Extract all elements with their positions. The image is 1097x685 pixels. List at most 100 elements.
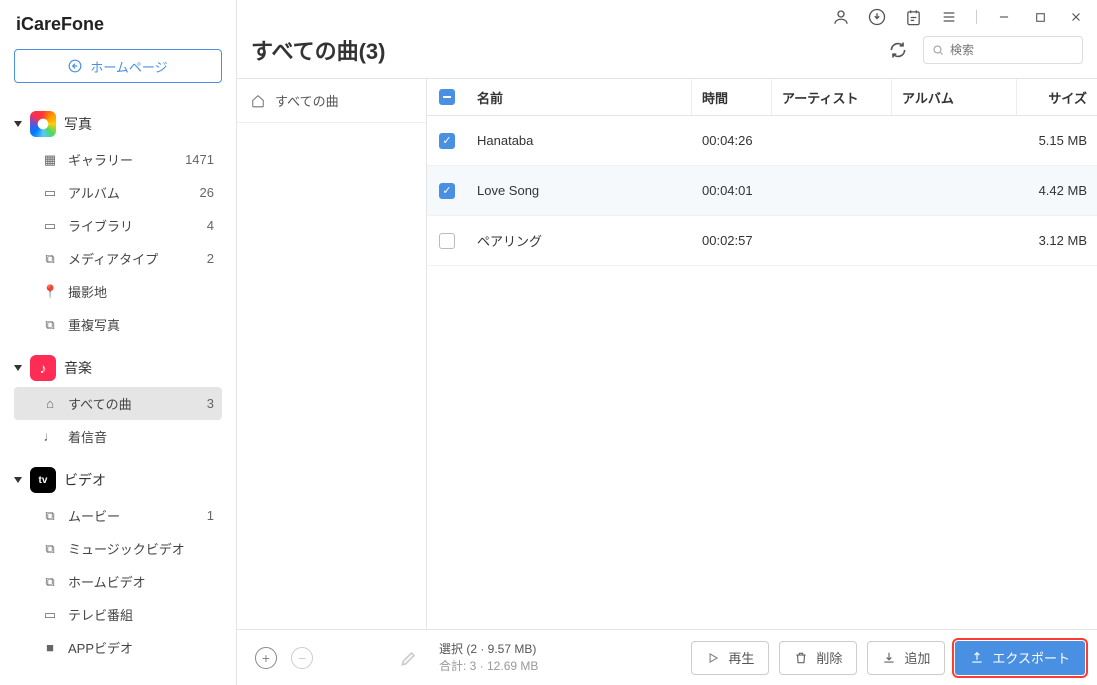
album-icon: ▭ xyxy=(42,185,58,201)
row-checkbox[interactable]: ✓ xyxy=(439,133,455,149)
nav-group-photos: 写真 ▦ ギャラリー 1471 ▭ アルバム 26 ▭ ライブラリ 4 ⧉ メデ… xyxy=(14,105,222,341)
col-header-time[interactable]: 時間 xyxy=(692,79,772,115)
home-button[interactable]: ホームページ xyxy=(14,49,222,83)
sidebar-item-label: 着信音 xyxy=(68,427,204,446)
sidebar-item-label: アルバム xyxy=(68,183,190,202)
nav-group-label: 写真 xyxy=(64,114,92,134)
refresh-button[interactable] xyxy=(885,37,911,63)
remove-circle-button[interactable]: − xyxy=(291,647,313,669)
account-icon[interactable] xyxy=(832,8,850,26)
col-header-size[interactable]: サイズ xyxy=(1017,79,1097,115)
cell-time: 00:04:01 xyxy=(692,166,772,215)
homevideo-icon: ⧉ xyxy=(42,574,58,590)
edit-icon[interactable] xyxy=(399,648,419,668)
menu-icon[interactable] xyxy=(940,8,958,26)
ringtone-icon: ♩ xyxy=(42,429,58,444)
delete-button[interactable]: 削除 xyxy=(779,641,857,675)
sidebar-item-musicvideo[interactable]: ⧉ ミュージックビデオ xyxy=(14,532,222,565)
cell-time: 00:02:57 xyxy=(692,216,772,265)
sidebar-item-gallery[interactable]: ▦ ギャラリー 1471 xyxy=(14,143,222,176)
sidebar-item-allsongs[interactable]: ⌂ すべての曲 3 xyxy=(14,387,222,420)
row-checkbox[interactable]: ✓ xyxy=(439,183,455,199)
sidebar-item-count: 2 xyxy=(207,251,216,266)
col-header-name[interactable]: 名前 xyxy=(467,79,692,115)
nav-group-header-photos[interactable]: 写真 xyxy=(14,105,222,143)
search-input[interactable] xyxy=(950,43,1097,57)
cell-artist xyxy=(772,166,892,215)
page-title: すべての曲(3) xyxy=(251,34,873,66)
cell-album xyxy=(892,166,1017,215)
table-row[interactable]: ✓ Love Song 00:04:01 4.42 MB xyxy=(427,166,1097,216)
status-block: 選択 (2 · 9.57 MB) 合計: 3 · 12.69 MB xyxy=(439,641,538,675)
table-row[interactable]: ペアリング 00:02:57 3.12 MB xyxy=(427,216,1097,266)
cell-artist xyxy=(772,116,892,165)
play-button[interactable]: 再生 xyxy=(691,641,769,675)
category-panel: すべての曲 xyxy=(237,78,427,629)
col-header-artist[interactable]: アーティスト xyxy=(772,79,892,115)
back-arrow-icon xyxy=(68,59,82,73)
sidebar-item-album[interactable]: ▭ アルバム 26 xyxy=(14,176,222,209)
sidebar-item-count: 3 xyxy=(207,396,216,411)
sidebar-item-count: 1 xyxy=(207,508,216,523)
window-titlebar xyxy=(237,0,1097,34)
play-label: 再生 xyxy=(728,648,754,667)
minimize-icon[interactable] xyxy=(995,8,1013,26)
add-label: 追加 xyxy=(904,648,930,667)
sidebar-item-ringtone[interactable]: ♩ 着信音 xyxy=(14,420,222,453)
table-body: ✓ Hanataba 00:04:26 5.15 MB ✓ Love Song … xyxy=(427,116,1097,629)
sidebar-item-label: ホームビデオ xyxy=(68,572,204,591)
header-row: すべての曲(3) xyxy=(237,34,1097,78)
sidebar-item-count: 26 xyxy=(200,185,216,200)
musicvideo-icon: ⧉ xyxy=(42,541,58,557)
play-icon xyxy=(706,651,720,665)
nav-group-label: 音楽 xyxy=(64,358,92,378)
col-header-album[interactable]: アルバム xyxy=(892,79,1017,115)
sidebar-item-count: 4 xyxy=(207,218,216,233)
close-icon[interactable] xyxy=(1067,8,1085,26)
chevron-down-icon xyxy=(14,365,22,371)
cell-name: Hanataba xyxy=(467,116,692,165)
notepad-icon[interactable] xyxy=(904,8,922,26)
footer: + − 選択 (2 · 9.57 MB) 合計: 3 · 12.69 MB 再生… xyxy=(237,629,1097,685)
home-button-label: ホームページ xyxy=(90,57,167,76)
sidebar-item-tvshow[interactable]: ▭ テレビ番組 xyxy=(14,598,222,631)
mediatype-icon: ⧉ xyxy=(42,251,58,267)
nav-group-header-music[interactable]: ♪ 音楽 xyxy=(14,349,222,387)
gallery-icon: ▦ xyxy=(42,152,58,168)
appvideo-icon: ■ xyxy=(42,640,58,655)
duplicate-icon: ⧉ xyxy=(42,317,58,333)
sidebar-item-mediatype[interactable]: ⧉ メディアタイプ 2 xyxy=(14,242,222,275)
export-button[interactable]: エクスポート xyxy=(955,641,1085,675)
checkbox-partial-icon xyxy=(439,89,455,105)
search-box[interactable] xyxy=(923,36,1083,64)
tvshow-icon: ▭ xyxy=(42,607,58,623)
export-icon xyxy=(970,651,984,665)
sidebar-item-appvideo[interactable]: ■ APPビデオ xyxy=(14,631,222,664)
add-button[interactable]: 追加 xyxy=(867,641,945,675)
movie-icon: ⧉ xyxy=(42,508,58,524)
sidebar-item-location[interactable]: 📍 撮影地 xyxy=(14,275,222,308)
photos-icon xyxy=(30,111,56,137)
sidebar-item-homevideo[interactable]: ⧉ ホームビデオ xyxy=(14,565,222,598)
sidebar-item-library[interactable]: ▭ ライブラリ 4 xyxy=(14,209,222,242)
sidebar-item-count: 1471 xyxy=(185,152,216,167)
add-circle-button[interactable]: + xyxy=(255,647,277,669)
category-all-songs[interactable]: すべての曲 xyxy=(237,79,426,123)
search-icon xyxy=(932,44,944,56)
video-icon: tv xyxy=(30,467,56,493)
table-row[interactable]: ✓ Hanataba 00:04:26 5.15 MB xyxy=(427,116,1097,166)
sidebar-item-duplicate[interactable]: ⧉ 重複写真 xyxy=(14,308,222,341)
sidebar-item-label: 重複写真 xyxy=(68,315,204,334)
chevron-down-icon xyxy=(14,121,22,127)
sidebar: iCareFone ホームページ 写真 ▦ ギャラリー 1471 ▭ アルバム … xyxy=(0,0,237,685)
nav-group-header-video[interactable]: tv ビデオ xyxy=(14,461,222,499)
cell-size: 4.42 MB xyxy=(1017,166,1097,215)
sidebar-item-movie[interactable]: ⧉ ムービー 1 xyxy=(14,499,222,532)
download-icon[interactable] xyxy=(868,8,886,26)
import-icon xyxy=(882,651,896,665)
location-icon: 📍 xyxy=(42,284,58,300)
maximize-icon[interactable] xyxy=(1031,8,1049,26)
row-checkbox[interactable] xyxy=(439,233,455,249)
cell-album xyxy=(892,216,1017,265)
select-all-checkbox[interactable] xyxy=(427,79,467,115)
